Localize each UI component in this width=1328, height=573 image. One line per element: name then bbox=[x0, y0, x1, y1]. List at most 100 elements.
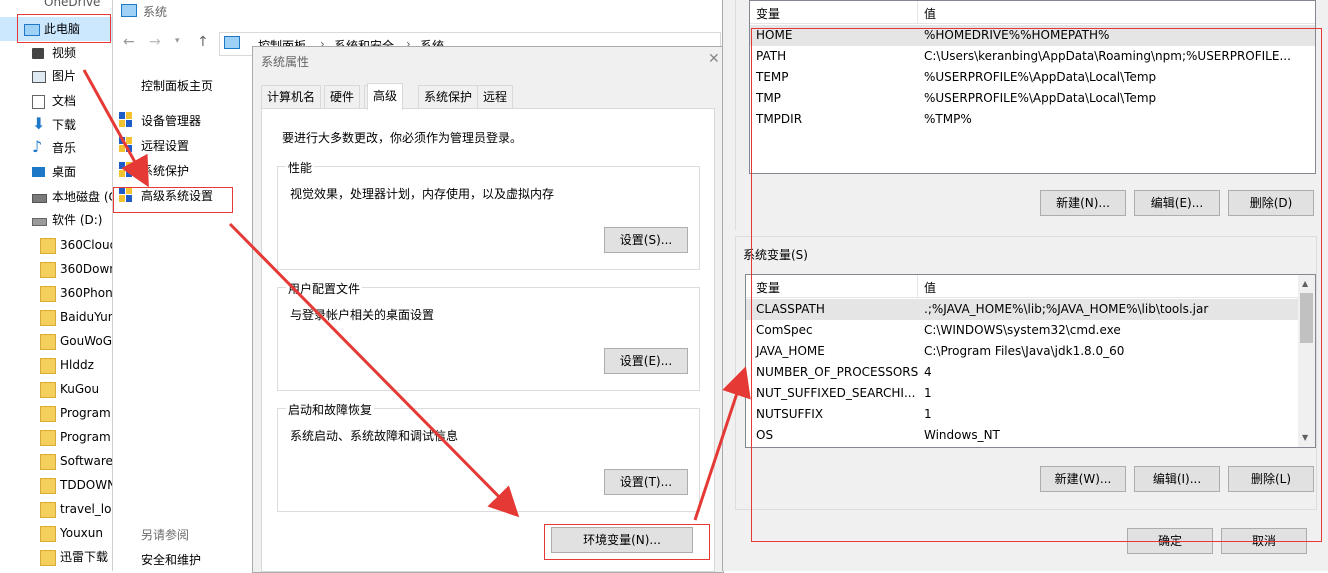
system-properties-dialog: 系统属性 ✕ 计算机名 硬件 高级 系统保护 远程 要进行大多数更改，你必须作为… bbox=[252, 46, 724, 573]
system-variables-list[interactable]: 变量 值 CLASSPATH .;%JAVA_HOME%\lib;%JAVA_HO… bbox=[745, 274, 1316, 448]
nav-item-music[interactable]: ♪ 音乐 bbox=[0, 136, 112, 160]
nav-item-label: 360Cloud bbox=[60, 238, 113, 252]
variable-value: C:\Users\keranbing\AppData\Roaming\npm;%… bbox=[924, 49, 1291, 63]
nav-item-onedrive[interactable]: OneDrive bbox=[0, 0, 112, 14]
close-icon[interactable]: ✕ bbox=[708, 51, 720, 67]
tab-remote[interactable]: 远程 bbox=[477, 85, 514, 108]
folder-icon bbox=[40, 334, 56, 350]
user-edit-button[interactable]: 编辑(E)... bbox=[1134, 190, 1220, 216]
system-edit-button[interactable]: 编辑(I)... bbox=[1134, 466, 1220, 492]
cancel-button[interactable]: 取消 bbox=[1221, 528, 1307, 554]
nav-item-desktop[interactable]: 桌面 bbox=[0, 160, 112, 184]
system-delete-button[interactable]: 删除(L) bbox=[1228, 466, 1314, 492]
nav-folder-item[interactable]: travel_log bbox=[0, 497, 112, 521]
variable-row[interactable]: NUTSUFFIX 1 bbox=[746, 404, 1298, 425]
nav-item-this-pc[interactable]: 此电脑 bbox=[0, 17, 112, 41]
nav-item-label: 图片 bbox=[52, 69, 77, 83]
variable-row[interactable]: NUT_SUFFIXED_SEARCHI... 1 bbox=[746, 383, 1298, 404]
variable-value: %TMP% bbox=[924, 112, 972, 126]
variable-row[interactable]: TEMP %USERPROFILE%\AppData\Local\Temp bbox=[750, 67, 1315, 88]
system-protection-link[interactable]: 系统保护 bbox=[141, 162, 189, 179]
up-arrow-icon[interactable]: ↑ bbox=[197, 34, 209, 50]
column-header-value[interactable]: 值 bbox=[924, 5, 936, 22]
see-also-heading: 另请参阅 bbox=[141, 528, 190, 542]
folder-icon bbox=[40, 550, 56, 566]
advanced-system-settings-link[interactable]: 高级系统设置 bbox=[141, 187, 213, 204]
variable-row[interactable]: JAVA_HOME C:\Program Files\Java\jdk1.8.0_… bbox=[746, 341, 1298, 362]
computer-icon bbox=[24, 24, 40, 36]
tab-hardware[interactable]: 硬件 bbox=[324, 85, 361, 108]
tab-advanced[interactable]: 高级 bbox=[367, 83, 404, 110]
scroll-up-icon[interactable]: ▲ bbox=[1302, 279, 1308, 288]
remote-settings-link[interactable]: 远程设置 bbox=[141, 137, 189, 154]
environment-variables-button[interactable]: 环境变量(N)... bbox=[551, 527, 693, 553]
ok-button[interactable]: 确定 bbox=[1127, 528, 1213, 554]
variable-row[interactable]: CLASSPATH .;%JAVA_HOME%\lib;%JAVA_HOME%\l… bbox=[746, 299, 1298, 320]
nav-folder-item[interactable]: TDDOWN bbox=[0, 473, 112, 497]
chevron-down-icon[interactable]: ▾ bbox=[175, 36, 180, 46]
variable-row[interactable]: PATH C:\Users\keranbing\AppData\Roaming\n… bbox=[750, 46, 1315, 67]
user-variables-list[interactable]: 变量 值 HOME %HOMEDRIVE%%HOMEPATH% PATH C:\Use… bbox=[749, 0, 1316, 174]
performance-settings-button[interactable]: 设置(S)... bbox=[604, 227, 688, 253]
nav-item-label: 视频 bbox=[52, 46, 77, 60]
variable-name: ComSpec bbox=[756, 323, 813, 337]
nav-folder-item[interactable]: Program bbox=[0, 401, 112, 425]
forward-arrow-icon[interactable]: → bbox=[149, 34, 161, 50]
nav-item-label: Hlddz bbox=[60, 358, 94, 372]
nav-folder-item[interactable]: Youxun bbox=[0, 521, 112, 545]
desktop-icon bbox=[32, 167, 45, 177]
variable-row[interactable]: TMP %USERPROFILE%\AppData\Local\Temp bbox=[750, 88, 1315, 109]
column-header-variable[interactable]: 变量 bbox=[756, 279, 780, 296]
device-manager-link[interactable]: 设备管理器 bbox=[141, 112, 201, 129]
user-new-button[interactable]: 新建(N)... bbox=[1040, 190, 1126, 216]
nav-folder-item[interactable]: Software bbox=[0, 449, 112, 473]
startup-recovery-settings-button[interactable]: 设置(T)... bbox=[604, 469, 688, 495]
scroll-down-icon[interactable]: ▼ bbox=[1302, 433, 1308, 442]
user-vars-group-border bbox=[735, 0, 738, 230]
nav-item-documents[interactable]: 文档 bbox=[0, 89, 112, 113]
nav-item-label: Software bbox=[60, 454, 113, 468]
scrollbar-thumb[interactable] bbox=[1300, 293, 1313, 343]
shield-icon bbox=[119, 187, 132, 202]
variable-row[interactable]: TMPDIR %TMP% bbox=[750, 109, 1315, 130]
column-header-variable[interactable]: 变量 bbox=[756, 5, 780, 22]
explorer-nav-pane: OneDrive 此电脑 视频 图片 文档 ⬇ 下载 ♪ 音乐 桌面 本地磁盘 … bbox=[0, 0, 113, 571]
variable-row[interactable]: HOME %HOMEDRIVE%%HOMEPATH% bbox=[750, 25, 1315, 46]
tab-system-protection[interactable]: 系统保护 bbox=[418, 85, 479, 108]
variable-name: JAVA_HOME bbox=[756, 344, 825, 358]
variable-value: %USERPROFILE%\AppData\Local\Temp bbox=[924, 91, 1157, 105]
tab-computer-name[interactable]: 计算机名 bbox=[261, 85, 322, 108]
back-arrow-icon[interactable]: ← bbox=[123, 34, 135, 50]
security-maintenance-link[interactable]: 安全和维护 bbox=[141, 551, 201, 568]
nav-item-drive-c[interactable]: 本地磁盘 (C:) bbox=[0, 185, 112, 209]
nav-folder-item[interactable]: GouWoG bbox=[0, 329, 112, 353]
folder-icon bbox=[40, 430, 56, 446]
control-panel-home-link[interactable]: 控制面板主页 bbox=[141, 77, 213, 94]
variable-name: CLASSPATH bbox=[756, 302, 825, 316]
nav-folder-item[interactable]: Program bbox=[0, 425, 112, 449]
vertical-scrollbar[interactable]: ▲ ▼ bbox=[1298, 275, 1315, 447]
system-new-button[interactable]: 新建(W)... bbox=[1040, 466, 1126, 492]
variable-row[interactable]: ComSpec C:\WINDOWS\system32\cmd.exe bbox=[746, 320, 1298, 341]
folder-icon bbox=[40, 238, 56, 254]
nav-item-label: 软件 (D:) bbox=[52, 213, 103, 227]
nav-item-pictures[interactable]: 图片 bbox=[0, 64, 112, 88]
variable-row[interactable]: NUMBER_OF_PROCESSORS 4 bbox=[746, 362, 1298, 383]
nav-item-videos[interactable]: 视频 bbox=[0, 41, 112, 65]
nav-folder-item[interactable]: 360Down bbox=[0, 257, 112, 281]
nav-folder-item[interactable]: 迅雷下载 bbox=[0, 545, 112, 569]
column-header-value[interactable]: 值 bbox=[924, 279, 936, 296]
user-profile-settings-button[interactable]: 设置(E)... bbox=[604, 348, 688, 374]
nav-folder-item[interactable]: Hlddz bbox=[0, 353, 112, 377]
nav-folder-item[interactable]: KuGou bbox=[0, 377, 112, 401]
user-delete-button[interactable]: 删除(D) bbox=[1228, 190, 1314, 216]
nav-item-label: Youxun bbox=[60, 526, 103, 540]
system-vars-label: 系统变量(S) bbox=[741, 246, 810, 263]
nav-folder-item[interactable]: 360Phon bbox=[0, 281, 112, 305]
nav-folder-item[interactable]: BaiduYun bbox=[0, 305, 112, 329]
variable-row[interactable]: OS Windows_NT bbox=[746, 425, 1298, 446]
download-icon: ⬇ bbox=[32, 114, 46, 133]
nav-item-downloads[interactable]: ⬇ 下载 bbox=[0, 113, 112, 137]
nav-item-drive-d[interactable]: 软件 (D:) bbox=[0, 208, 112, 232]
nav-folder-item[interactable]: 360Cloud bbox=[0, 233, 112, 257]
